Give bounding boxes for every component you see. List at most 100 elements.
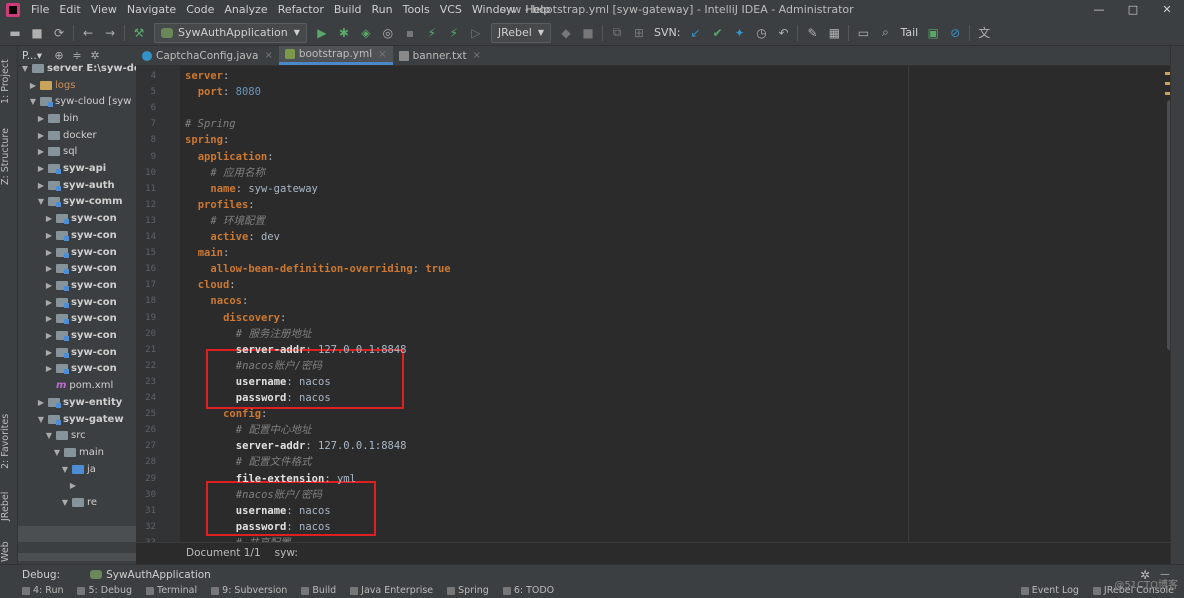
bottom-tab-build[interactable]: Build (297, 584, 346, 598)
collapsed-arrow-icon[interactable]: ▶ (44, 264, 54, 273)
tool-tab-web[interactable]: Web (0, 538, 18, 566)
tree-item[interactable]: ▶ syw-con (44, 277, 117, 294)
back-arrow-icon[interactable]: ← (77, 22, 99, 44)
tree-item[interactable]: ▶ docker (36, 127, 97, 144)
minimize-button[interactable]: — (1082, 0, 1116, 20)
profile-icon[interactable]: ◎ (377, 22, 399, 44)
tree-item[interactable]: ▶ syw-con (44, 327, 117, 344)
tree-item[interactable]: ▶ sql (36, 144, 77, 161)
build-hammer-icon[interactable]: ⚒ (128, 22, 150, 44)
menu-analyze[interactable]: Analyze (219, 0, 272, 20)
expanded-arrow-icon[interactable]: ▼ (36, 415, 46, 424)
maximize-button[interactable]: □ (1116, 0, 1150, 20)
tree-item[interactable]: ▶ syw-api (36, 160, 106, 177)
jrebel-select[interactable]: JRebel ▼ (490, 22, 552, 43)
tab-bootstrap-yml[interactable]: bootstrap.yml × (278, 46, 393, 65)
tree-item[interactable]: ▶ syw-con (44, 311, 117, 328)
collapsed-arrow-icon[interactable]: ▶ (44, 248, 54, 257)
menu-run[interactable]: Run (367, 0, 398, 20)
tree-item[interactable]: ▶ syw-con (44, 260, 117, 277)
collapsed-arrow-icon[interactable]: ▶ (36, 181, 46, 190)
jrebel-run-icon[interactable]: ⚡ (421, 22, 443, 44)
bottom-tab-spring[interactable]: Spring (443, 584, 499, 598)
expanded-arrow-icon[interactable]: ▼ (36, 197, 46, 206)
tree-item[interactable]: ▼ server E:\syw-doc (20, 60, 136, 77)
menu-vcs[interactable]: VCS (435, 0, 467, 20)
settings-wrench-icon[interactable]: ✎ (801, 22, 823, 44)
collapsed-arrow-icon[interactable]: ▶ (44, 348, 54, 357)
jrebel-sync-icon[interactable]: ◆ (555, 22, 577, 44)
collapsed-arrow-icon[interactable]: ▶ (44, 314, 54, 323)
collapsed-arrow-icon[interactable]: ▶ (44, 214, 54, 223)
tree-item[interactable]: ▶ syw-con (44, 244, 117, 261)
stop-process-icon[interactable]: ■ (577, 22, 599, 44)
expanded-arrow-icon[interactable]: ▼ (44, 431, 54, 440)
project-scrollbar[interactable] (18, 526, 136, 542)
document-indicator[interactable]: Document 1/1 (186, 547, 261, 559)
tree-item[interactable]: ▶ logs (28, 77, 76, 94)
bottom-tab-todo[interactable]: 6: TODO (499, 584, 564, 598)
expanded-arrow-icon[interactable]: ▼ (20, 64, 30, 73)
debug-session-tab[interactable]: SywAuthApplication (90, 569, 211, 581)
collapsed-arrow-icon[interactable]: ▶ (44, 281, 54, 290)
close-button[interactable]: ✕ (1150, 0, 1184, 20)
expanded-arrow-icon[interactable]: ▼ (52, 448, 62, 457)
tree-item[interactable]: ▶ syw-con (44, 210, 117, 227)
menu-refactor[interactable]: Refactor (273, 0, 329, 20)
bottom-tab-run[interactable]: 4: Run (0, 584, 73, 598)
bottom-tab-java-enterprise[interactable]: Java Enterprise (346, 584, 443, 598)
menu-file[interactable]: File (26, 0, 54, 20)
tool-tab-project[interactable]: 1: Project (0, 52, 18, 112)
svn-update-icon[interactable]: ↙ (684, 22, 706, 44)
svn-compare-icon[interactable]: ✦ (728, 22, 750, 44)
collapsed-arrow-icon[interactable]: ▶ (44, 298, 54, 307)
tree-item[interactable]: ▶ bin (36, 110, 79, 127)
save-all-icon[interactable]: ■ (26, 22, 48, 44)
tree-item[interactable]: m pom.xml (44, 377, 113, 394)
collapsed-arrow-icon[interactable]: ▶ (44, 331, 54, 340)
tool-tab-jrebel[interactable]: JRebel (0, 486, 18, 526)
close-icon[interactable]: × (473, 50, 481, 61)
menu-build[interactable]: Build (329, 0, 367, 20)
expanded-arrow-icon[interactable]: ▼ (28, 97, 38, 106)
ide-plugin-icon[interactable]: ▣ (922, 22, 944, 44)
expanded-arrow-icon[interactable]: ▼ (60, 465, 70, 474)
search-icon[interactable]: ⌕ (874, 22, 896, 44)
tree-item[interactable]: ▼ main (52, 444, 104, 461)
collapsed-arrow-icon[interactable]: ▶ (44, 364, 54, 373)
debug-bug-icon[interactable]: ✱ (333, 22, 355, 44)
project-h-scrollbar[interactable] (18, 553, 136, 561)
collapsed-arrow-icon[interactable]: ▶ (36, 131, 46, 140)
translate-icon[interactable]: 文 (973, 22, 995, 44)
menu-tools[interactable]: Tools (398, 0, 435, 20)
layout-icon[interactable]: ⊞ (628, 22, 650, 44)
tool-tab-favorites[interactable]: 2: Favorites (0, 406, 18, 476)
tool-tab-structure[interactable]: Z: Structure (0, 122, 18, 192)
tree-item[interactable]: ▶ (68, 478, 78, 495)
bottom-tab-event-log[interactable]: Event Log (1017, 584, 1089, 598)
tab-captchaconfig[interactable]: CaptchaConfig.java × (136, 46, 279, 65)
tree-item[interactable]: ▼ ja (60, 461, 96, 478)
jrebel-debug-icon[interactable]: ⚡ (443, 22, 465, 44)
collapsed-arrow-icon[interactable]: ▶ (36, 398, 46, 407)
coverage-icon[interactable]: ◈ (355, 22, 377, 44)
tree-item[interactable]: ▶ syw-con (44, 344, 117, 361)
tree-item[interactable]: ▼ syw-gatew (36, 411, 124, 428)
resume-icon[interactable]: ▷ (465, 22, 487, 44)
tree-item[interactable]: ▶ syw-con (44, 227, 117, 244)
close-icon[interactable]: × (378, 49, 386, 60)
close-icon[interactable]: × (264, 50, 272, 61)
forward-arrow-icon[interactable]: → (99, 22, 121, 44)
revert-icon[interactable]: ↶ (772, 22, 794, 44)
stop-icon[interactable]: ▪ (399, 22, 421, 44)
open-folder-icon[interactable]: ▬ (4, 22, 26, 44)
tree-item[interactable]: ▶ syw-con (44, 294, 117, 311)
tree-item[interactable]: ▼ syw-cloud [syw (28, 93, 131, 110)
collapsed-arrow-icon[interactable]: ▶ (36, 114, 46, 123)
bottom-tab-debug[interactable]: 5: Debug (73, 584, 142, 598)
attach-debugger-icon[interactable]: ⧉ (606, 22, 628, 44)
bottom-tab-terminal[interactable]: Terminal (142, 584, 207, 598)
tree-item[interactable]: ▼ re (60, 494, 97, 511)
sync-icon[interactable]: ⟳ (48, 22, 70, 44)
menu-navigate[interactable]: Navigate (122, 0, 181, 20)
